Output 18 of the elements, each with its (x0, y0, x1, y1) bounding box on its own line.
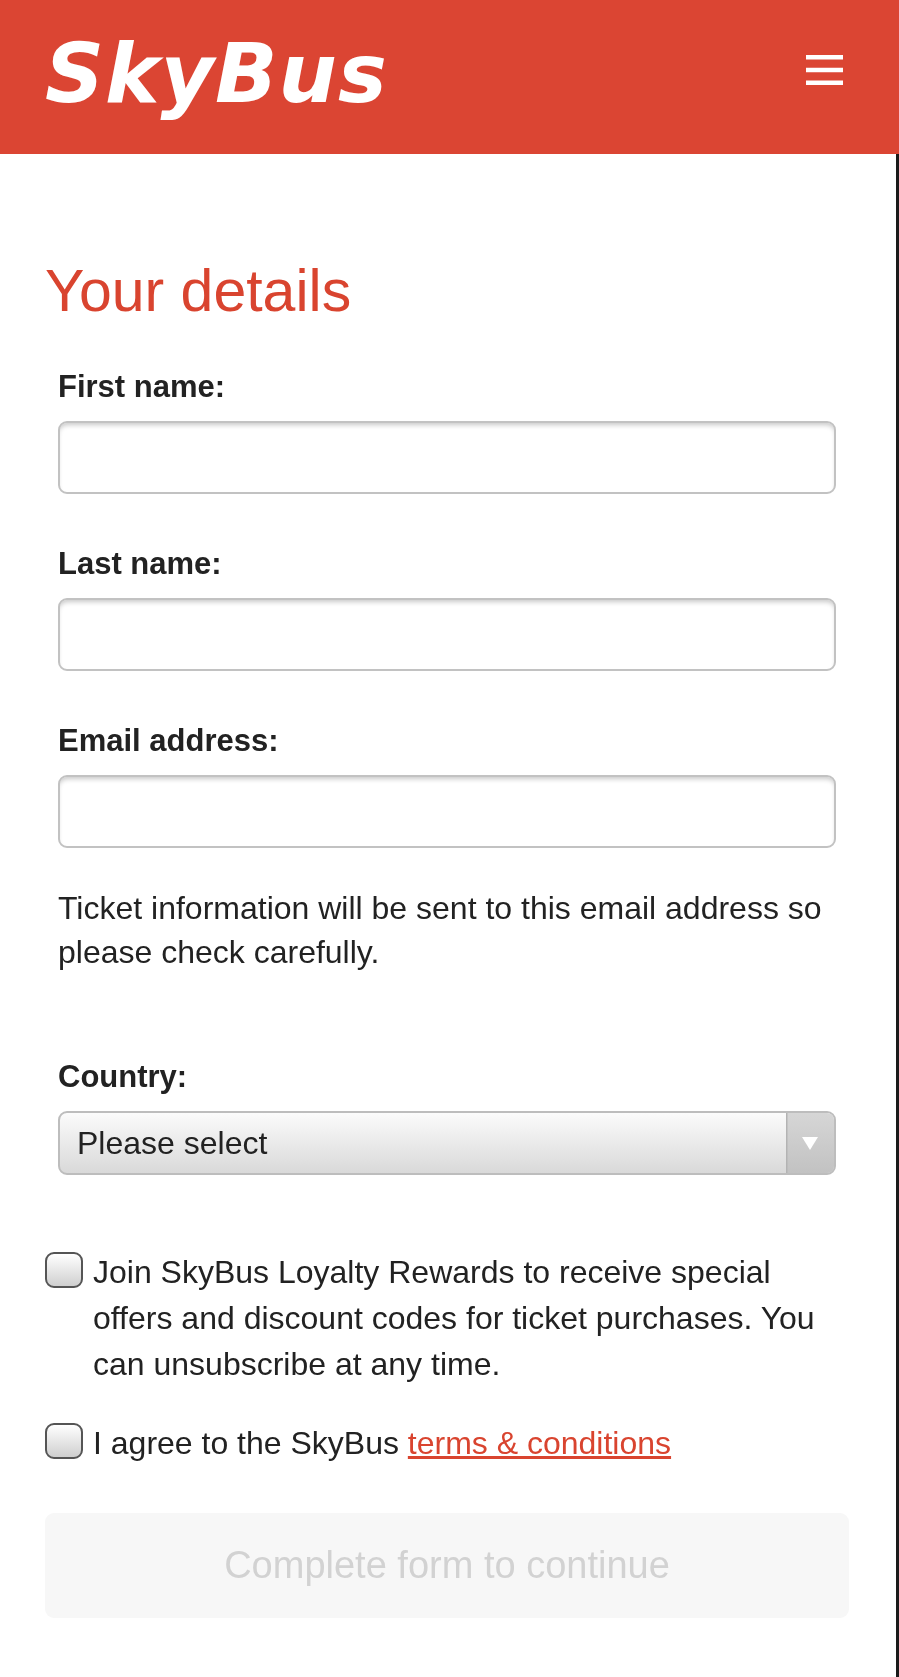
checkbox[interactable] (45, 1252, 83, 1288)
checkbox-label: Join SkyBus Loyalty Rewards to receive special offers and discount codes for ticket purchases. You can unsubscribe at any time. (93, 1253, 816, 1384)
text-input-field[interactable] (58, 598, 836, 671)
menu-icon[interactable] (806, 55, 843, 85)
select-field[interactable]: Please select (58, 1111, 836, 1175)
text-input-field[interactable] (58, 775, 836, 848)
page-heading: Your details (45, 257, 353, 326)
checkbox[interactable] (45, 1423, 83, 1459)
checkbox-label: I agree to the SkyBus terms & conditions (93, 1424, 672, 1463)
help-text: Ticket information will be sent to this email address so please check carefully. (58, 889, 823, 972)
dropdown-caret-icon[interactable] (786, 1113, 834, 1173)
logo[interactable]: SkyBus (45, 24, 402, 124)
text-input-field[interactable] (58, 421, 836, 494)
field-label: Country: (58, 1058, 189, 1096)
field-label: Last name: (58, 545, 223, 583)
field-label: Email address: (58, 722, 280, 760)
terms-link[interactable]: terms & conditions (407, 1425, 672, 1461)
field-label: First name: (58, 368, 227, 406)
